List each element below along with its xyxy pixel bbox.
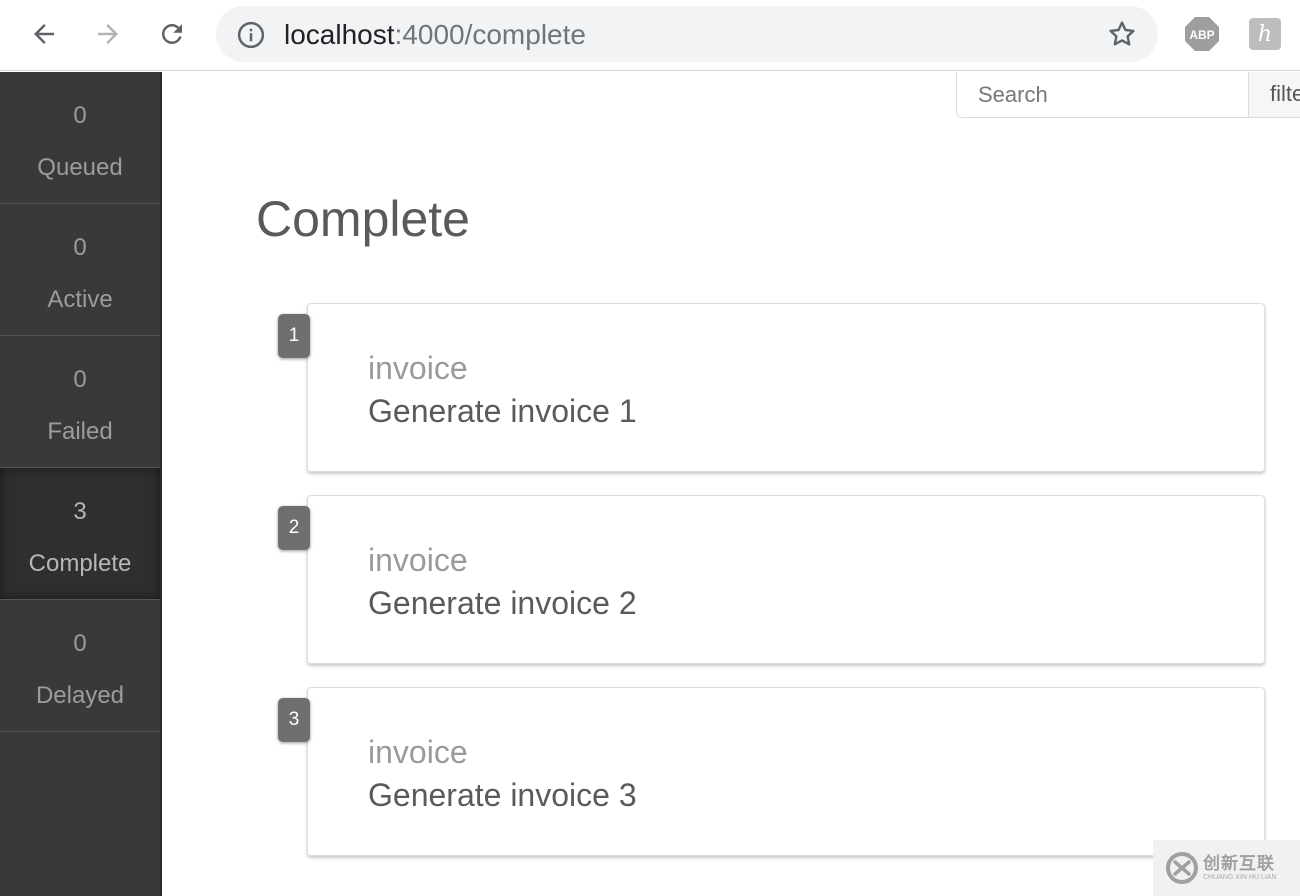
back-button[interactable] <box>24 14 64 54</box>
complete-label: Complete <box>28 550 132 577</box>
watermark-text-en: CHUANG XIN HU LIAN <box>1203 874 1277 881</box>
reload-icon <box>161 23 182 44</box>
sidebar-item-failed[interactable]: 0 Failed <box>0 336 160 468</box>
failed-label: Failed <box>47 418 113 445</box>
active-label: Active <box>47 286 113 313</box>
forward-button[interactable] <box>88 14 128 54</box>
job-type: invoice <box>368 542 468 578</box>
star-icon[interactable] <box>1106 18 1138 50</box>
failed-count: 0 <box>73 366 87 393</box>
url-path: :4000/complete <box>394 19 586 50</box>
active-count: 0 <box>73 234 87 261</box>
job-id-badge: 1 <box>278 314 310 358</box>
arrow-left-icon <box>34 24 54 44</box>
complete-count: 3 <box>73 498 87 525</box>
page-title: Complete <box>256 191 470 247</box>
reload-button[interactable] <box>152 14 192 54</box>
sidebar-item-queued[interactable]: 0 Queued <box>0 72 160 204</box>
queued-label: Queued <box>37 154 123 181</box>
info-circle-icon[interactable] <box>236 20 266 50</box>
extension-h-label: h <box>1257 21 1273 47</box>
queued-count: 0 <box>73 102 87 129</box>
sidebar-item-delayed[interactable]: 0 Delayed <box>0 600 160 732</box>
job-id-badge: 3 <box>278 698 310 742</box>
job-card[interactable]: invoice Generate invoice 2 <box>307 495 1265 664</box>
address-bar[interactable]: localhost:4000/complete <box>216 6 1158 62</box>
browser-toolbar: localhost:4000/complete ABP h <box>0 0 1300 71</box>
job-title: Generate invoice 2 <box>368 585 637 621</box>
delayed-label: Delayed <box>35 682 125 709</box>
url-text[interactable]: localhost:4000/complete <box>284 19 586 51</box>
adblock-label: ABP <box>1189 28 1214 42</box>
watermark-text-cn: 创新互联 <box>1203 854 1275 873</box>
job-title: Generate invoice 3 <box>368 777 637 813</box>
status-sidebar: 0 Queued 0 Active 0 Failed 3 Complete 0 … <box>0 72 162 896</box>
job-id-badge: 2 <box>278 506 310 550</box>
search-input[interactable] <box>956 72 1249 118</box>
job-card[interactable]: invoice Generate invoice 1 <box>307 303 1265 472</box>
sidebar-item-complete[interactable]: 3 Complete <box>0 468 160 600</box>
job-type: invoice <box>368 734 468 770</box>
delayed-count: 0 <box>73 630 87 657</box>
watermark: 创新互联 CHUANG XIN HU LIAN <box>1153 840 1300 896</box>
url-host: localhost <box>284 19 395 50</box>
job-card[interactable]: invoice Generate invoice 3 <box>307 687 1265 856</box>
watermark-logo-icon <box>1166 852 1198 884</box>
extension-h-icon[interactable]: h <box>1249 18 1281 50</box>
filter-button[interactable]: filter <box>1248 72 1300 118</box>
job-title: Generate invoice 1 <box>368 393 637 429</box>
job-type: invoice <box>368 350 468 386</box>
adblock-icon[interactable]: ABP <box>1184 16 1220 52</box>
arrow-right-icon <box>98 24 118 44</box>
sidebar-item-active[interactable]: 0 Active <box>0 204 160 336</box>
